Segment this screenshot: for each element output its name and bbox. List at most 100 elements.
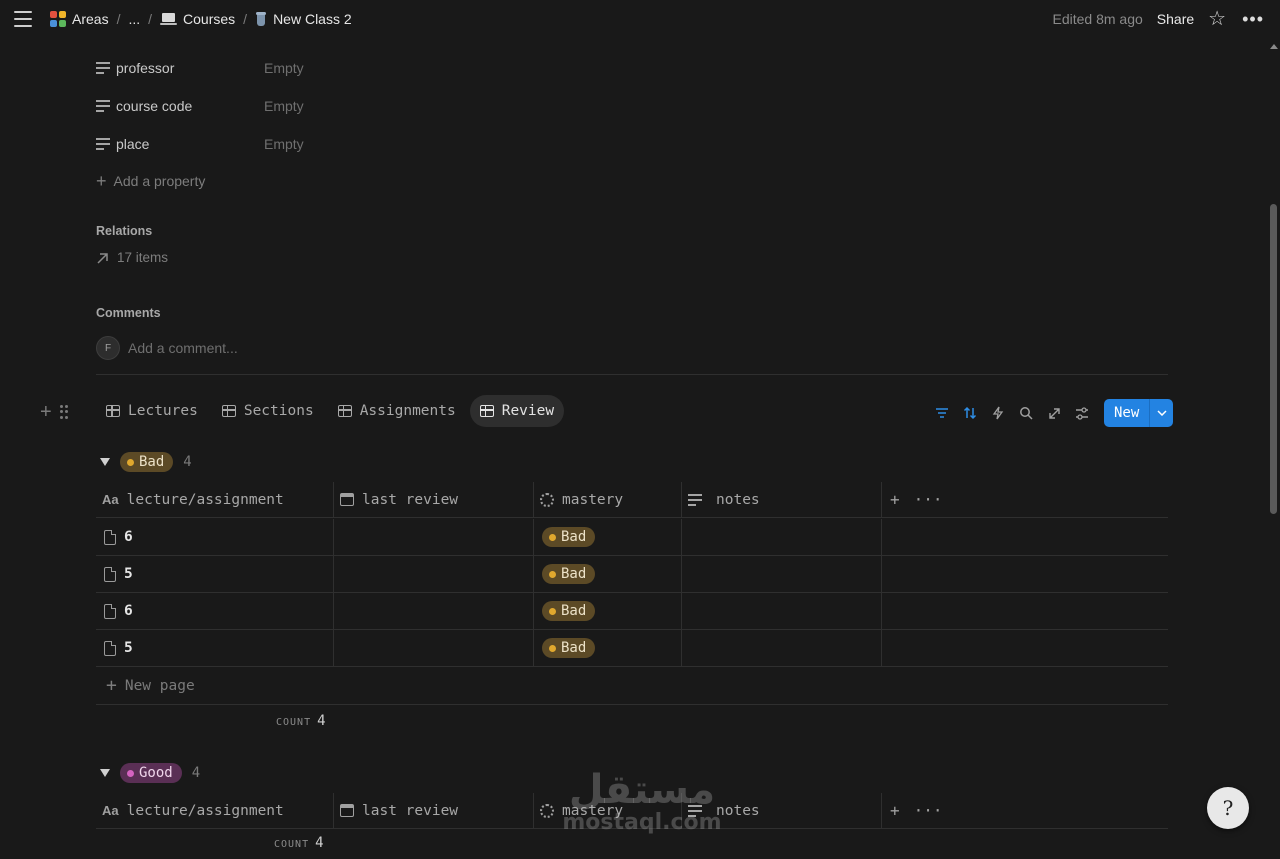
count-footer[interactable]: COUNT 4 xyxy=(276,713,326,729)
status-property-icon xyxy=(540,492,554,507)
column-header-last-review[interactable]: last review xyxy=(334,792,534,829)
column-header-title[interactable]: Aa lecture/assignment xyxy=(96,481,334,518)
cell-mastery[interactable]: Bad xyxy=(534,630,682,666)
status-dot xyxy=(549,644,556,652)
more-icon[interactable]: ··· xyxy=(914,801,943,820)
breadcrumb-item-new-class-2[interactable]: New Class 2 xyxy=(255,11,352,27)
cell-last-review[interactable] xyxy=(334,556,534,592)
tab-sections[interactable]: Sections xyxy=(212,395,324,427)
cell-last-review[interactable] xyxy=(334,519,534,555)
property-value[interactable]: Empty xyxy=(264,98,304,114)
cell-mastery[interactable]: Bad xyxy=(534,593,682,629)
breadcrumb-item-courses[interactable]: Courses xyxy=(160,11,235,27)
watermark-latin: mostaql.com xyxy=(562,810,722,835)
group-header-bad[interactable]: Bad 4 xyxy=(100,452,192,472)
column-header-title[interactable]: Aa lecture/assignment xyxy=(96,792,334,829)
table-row[interactable]: 6 Bad xyxy=(96,593,1168,630)
cell-notes[interactable] xyxy=(682,593,882,629)
column-header-last-review[interactable]: last review xyxy=(334,481,534,518)
star-icon[interactable]: ☆ xyxy=(1208,9,1226,29)
column-label: notes xyxy=(716,491,760,508)
table-row[interactable]: 6 Bad xyxy=(96,519,1168,556)
property-value[interactable]: Empty xyxy=(264,136,304,152)
automation-icon[interactable] xyxy=(984,399,1012,427)
breadcrumb: Areas / ... / Courses / New Class 2 xyxy=(50,0,352,38)
status-dot xyxy=(549,570,556,578)
caret-down-icon[interactable] xyxy=(100,458,110,466)
share-button[interactable]: Share xyxy=(1157,11,1194,27)
add-column-icon[interactable]: + xyxy=(890,801,900,820)
status-dot xyxy=(549,533,556,541)
add-block-icon[interactable]: + xyxy=(40,402,52,422)
row-title[interactable]: 6 xyxy=(124,529,133,545)
table-icon xyxy=(106,405,120,417)
menu-icon[interactable] xyxy=(14,11,32,27)
relations-items-link[interactable]: 17 items xyxy=(96,250,168,265)
property-value[interactable]: Empty xyxy=(264,60,304,76)
property-row-course-code[interactable]: course code Empty xyxy=(96,95,304,117)
property-name: course code xyxy=(116,98,193,114)
add-column-icon[interactable]: + xyxy=(890,490,900,509)
property-row-place[interactable]: place Empty xyxy=(96,133,304,155)
row-title[interactable]: 6 xyxy=(124,603,133,619)
more-icon[interactable]: ··· xyxy=(914,490,943,509)
sort-icon[interactable] xyxy=(956,399,984,427)
search-icon[interactable] xyxy=(1012,399,1040,427)
breadcrumb-item-areas[interactable]: Areas xyxy=(50,11,109,27)
row-title[interactable]: 5 xyxy=(124,566,133,582)
cup-icon xyxy=(255,12,267,26)
drag-handle-icon[interactable] xyxy=(59,405,68,419)
help-icon[interactable]: ? xyxy=(1207,787,1249,829)
breadcrumb-label: Courses xyxy=(183,11,236,27)
more-icon[interactable]: ••• xyxy=(1242,9,1264,30)
column-header-mastery[interactable]: mastery xyxy=(534,481,682,518)
title-property-icon: Aa xyxy=(102,492,119,507)
breadcrumb-label: New Class 2 xyxy=(273,11,352,27)
property-name: place xyxy=(116,136,150,152)
status-property-icon xyxy=(540,803,554,818)
relations-title: Relations xyxy=(96,224,153,238)
cell-last-review[interactable] xyxy=(334,630,534,666)
cell-mastery[interactable]: Bad xyxy=(534,556,682,592)
view-tabs: Lectures Sections Assignments Review xyxy=(96,395,565,427)
table-row[interactable]: 5 Bad xyxy=(96,630,1168,667)
breadcrumb-item-ellipsis[interactable]: ... xyxy=(128,11,140,27)
count-footer[interactable]: COUNT 4 xyxy=(274,835,324,851)
row-title[interactable]: 5 xyxy=(124,640,133,656)
scrollbar[interactable] xyxy=(1267,38,1280,859)
new-page-button[interactable]: + New page xyxy=(96,667,1168,705)
caret-down-icon[interactable] xyxy=(100,769,110,777)
status-badge: Bad xyxy=(542,527,596,547)
group-count: 4 xyxy=(183,454,192,470)
tab-lectures[interactable]: Lectures xyxy=(96,395,208,427)
page-icon xyxy=(104,566,116,582)
cell-notes[interactable] xyxy=(682,556,882,592)
relations-count: 17 items xyxy=(117,250,169,265)
column-label: mastery xyxy=(562,491,624,508)
expand-icon[interactable] xyxy=(1040,399,1068,427)
cell-last-review[interactable] xyxy=(334,593,534,629)
scrollbar-thumb[interactable] xyxy=(1270,204,1277,514)
property-row-professor[interactable]: professor Empty xyxy=(96,57,304,79)
group-header-good[interactable]: Good 4 xyxy=(100,763,200,783)
cell-mastery[interactable]: Bad xyxy=(534,519,682,555)
settings-sliders-icon[interactable] xyxy=(1068,399,1096,427)
tab-review[interactable]: Review xyxy=(469,395,565,427)
cell-notes[interactable] xyxy=(682,519,882,555)
table-row[interactable]: 5 Bad xyxy=(96,556,1168,593)
new-button[interactable]: New xyxy=(1104,399,1174,427)
new-button-label[interactable]: New xyxy=(1104,399,1149,427)
areas-icon xyxy=(50,11,66,27)
chevron-down-icon[interactable] xyxy=(1149,399,1173,427)
status-label: Bad xyxy=(139,454,165,470)
scroll-up-icon[interactable] xyxy=(1270,44,1278,49)
cell-notes[interactable] xyxy=(682,630,882,666)
tab-assignments[interactable]: Assignments xyxy=(328,395,466,427)
column-header-notes[interactable]: notes xyxy=(682,481,882,518)
add-property-button[interactable]: + Add a property xyxy=(96,172,205,190)
comment-input[interactable]: F Add a comment... xyxy=(96,336,238,360)
top-actions: Edited 8m ago Share ☆ ••• xyxy=(1053,0,1265,38)
status-label: Bad xyxy=(561,566,587,582)
tab-label: Review xyxy=(501,403,555,419)
filter-icon[interactable] xyxy=(928,399,956,427)
